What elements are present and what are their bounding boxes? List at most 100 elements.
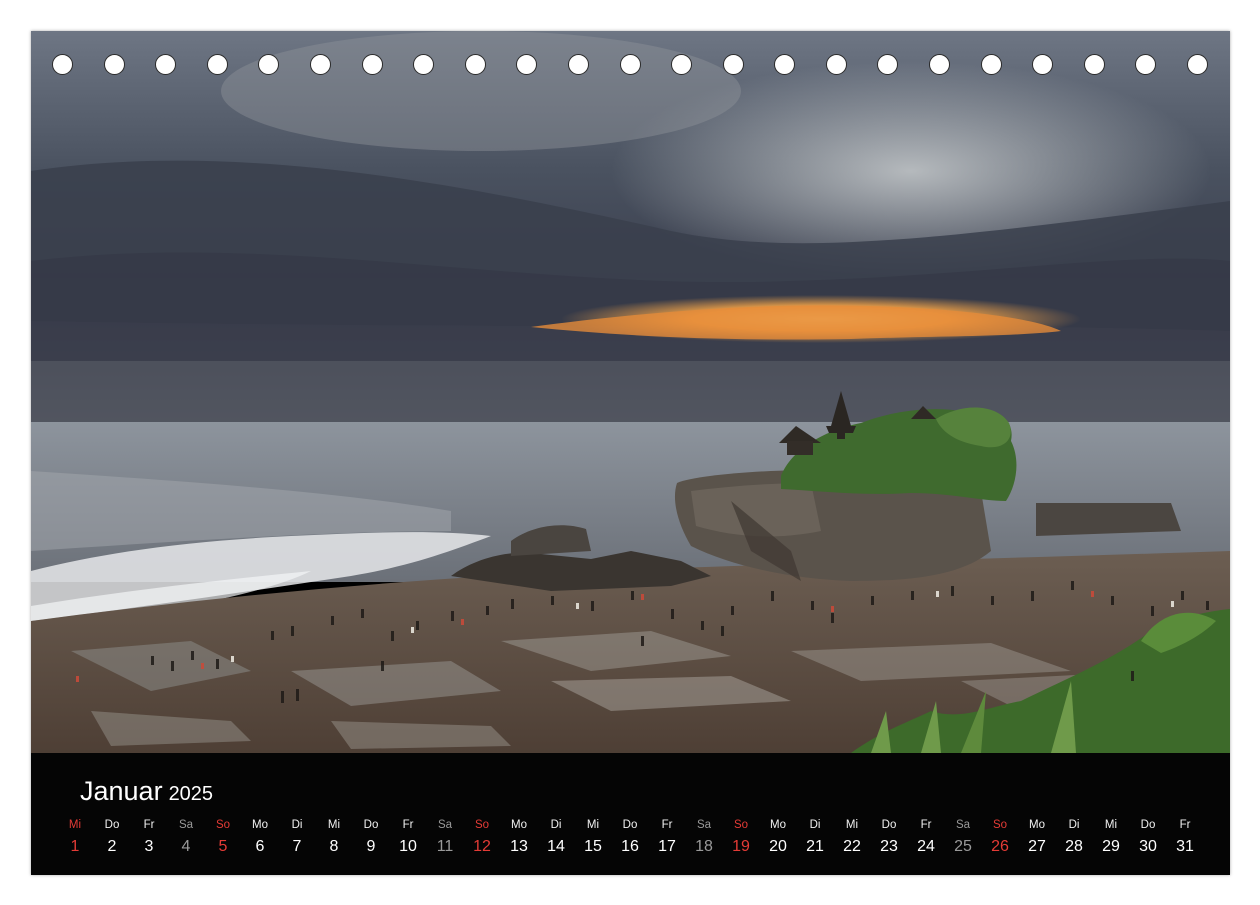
weekday-label: Fr <box>920 819 932 831</box>
day-number: 11 <box>436 838 454 855</box>
day-column: Di 21 <box>797 816 833 860</box>
day-column: Mi 29 <box>1093 816 1129 860</box>
binding-hole <box>567 54 589 75</box>
day-column: So 19 <box>723 816 759 860</box>
binding-hole <box>413 54 435 75</box>
day-number: 29 <box>1102 838 1120 855</box>
day-number: 4 <box>181 838 191 855</box>
day-number: 27 <box>1028 838 1046 855</box>
weekday-label: Sa <box>178 819 194 831</box>
day-number: 16 <box>621 838 639 855</box>
day-number: 21 <box>806 838 824 855</box>
weekday-label: Fr <box>143 819 155 831</box>
day-number: 12 <box>473 838 491 855</box>
year-label: 2025 <box>168 783 214 805</box>
day-number: 3 <box>144 838 154 855</box>
binding-hole <box>1032 54 1054 75</box>
day-column: Sa 18 <box>686 816 722 860</box>
day-number: 13 <box>510 838 528 855</box>
weekday-label: Mo <box>770 819 786 831</box>
binding-hole <box>929 54 951 75</box>
weekday-label: Sa <box>437 819 453 831</box>
day-number: 6 <box>255 838 265 855</box>
binding-hole <box>825 54 847 75</box>
weekday-label: Mi <box>586 819 600 831</box>
day-number: 1 <box>70 838 80 855</box>
weekday-label: Do <box>881 819 897 831</box>
day-column: Di 7 <box>279 816 315 860</box>
binding-hole <box>103 54 125 75</box>
day-column: Do 9 <box>353 816 389 860</box>
binding-hole <box>774 54 796 75</box>
weekday-label: Sa <box>696 819 712 831</box>
day-column: Mo 6 <box>242 816 278 860</box>
day-column: Fr 3 <box>131 816 167 860</box>
binding-hole <box>1135 54 1157 75</box>
month-name: Januar <box>80 776 163 806</box>
day-number: 31 <box>1176 838 1194 855</box>
month-title: Januar 2025 <box>80 776 213 807</box>
day-column: So 12 <box>464 816 500 860</box>
day-number: 24 <box>917 838 935 855</box>
day-column: Fr 24 <box>908 816 944 860</box>
binding-hole <box>980 54 1002 75</box>
day-column: Mo 27 <box>1019 816 1055 860</box>
weekday-label: Fr <box>661 819 673 831</box>
day-number: 8 <box>329 838 339 855</box>
day-number: 30 <box>1139 838 1157 855</box>
day-number: 22 <box>843 838 861 855</box>
day-number: 15 <box>584 838 602 855</box>
day-number: 10 <box>399 838 417 855</box>
day-column: Fr 10 <box>390 816 426 860</box>
day-number: 18 <box>695 838 713 855</box>
day-column: So 26 <box>982 816 1018 860</box>
day-column: Mi 1 <box>57 816 93 860</box>
day-column: Do 16 <box>612 816 648 860</box>
binding-hole <box>309 54 331 75</box>
day-number: 26 <box>991 838 1009 855</box>
binding-holes <box>52 54 1208 80</box>
weekday-label: So <box>215 819 231 831</box>
day-column: Do 23 <box>871 816 907 860</box>
day-number: 7 <box>292 838 302 855</box>
weekday-label: Mi <box>68 819 82 831</box>
binding-hole <box>1187 54 1208 75</box>
binding-hole <box>1083 54 1105 75</box>
day-column: Mi 15 <box>575 816 611 860</box>
weekday-label: Fr <box>1179 819 1191 831</box>
binding-hole <box>361 54 383 75</box>
weekday-label: Mi <box>1104 819 1118 831</box>
day-column: Di 28 <box>1056 816 1092 860</box>
weekday-label: Mi <box>845 819 859 831</box>
binding-hole <box>52 54 73 75</box>
day-strip: Mi 1 Do 2 Fr 3 Sa 4 So 5 Mo 6 Di 7 Mi 8 Do 9 Fr 10 Sa 11 So 12 M… <box>69 816 1194 866</box>
day-column: Fr 17 <box>649 816 685 860</box>
day-column: Mo 13 <box>501 816 537 860</box>
binding-hole <box>877 54 899 75</box>
day-column: Do 30 <box>1130 816 1166 860</box>
day-column: Fr 31 <box>1167 816 1203 860</box>
day-number: 9 <box>366 838 376 855</box>
weekday-label: Di <box>809 819 821 831</box>
binding-hole <box>671 54 693 75</box>
weekday-label: Fr <box>402 819 414 831</box>
day-column: Mi 22 <box>834 816 870 860</box>
weekday-label: So <box>474 819 490 831</box>
day-number: 19 <box>732 838 750 855</box>
weekday-label: Mo <box>511 819 527 831</box>
weekday-label: Mo <box>1029 819 1045 831</box>
day-number: 5 <box>218 838 228 855</box>
day-number: 28 <box>1065 838 1083 855</box>
weekday-label: Mi <box>327 819 341 831</box>
binding-hole <box>619 54 641 75</box>
day-column: Sa 25 <box>945 816 981 860</box>
day-column: So 5 <box>205 816 241 860</box>
day-number: 25 <box>954 838 972 855</box>
day-number: 14 <box>547 838 565 855</box>
binding-hole <box>258 54 280 75</box>
weekday-label: So <box>733 819 749 831</box>
day-column: Di 14 <box>538 816 574 860</box>
calendar-page: Januar 2025 Mi 1 Do 2 Fr 3 Sa 4 So 5 Mo 6 Di 7 Mi 8 Do 9 Fr… <box>31 31 1230 875</box>
day-column: Sa 11 <box>427 816 463 860</box>
weekday-label: Di <box>1068 819 1080 831</box>
